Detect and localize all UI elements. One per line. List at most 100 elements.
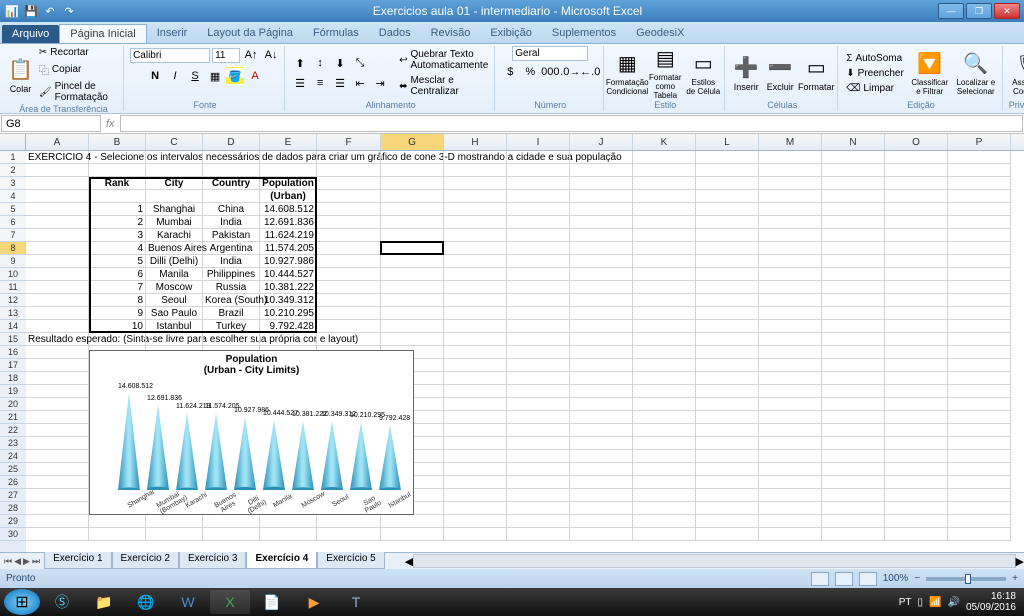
cell[interactable] [507,437,570,450]
cell[interactable] [759,411,822,424]
cell[interactable] [759,216,822,229]
cell[interactable] [444,281,507,294]
cell[interactable] [507,294,570,307]
cell[interactable] [26,437,89,450]
row-header[interactable]: 10 [0,268,26,281]
cell[interactable] [948,242,1011,255]
cell[interactable] [885,359,948,372]
cell[interactable] [885,398,948,411]
cell[interactable] [260,528,317,541]
cell[interactable] [317,151,381,164]
row-header[interactable]: 25 [0,463,26,476]
underline-button[interactable]: S [186,67,204,85]
cell[interactable] [381,281,444,294]
cell[interactable] [26,307,89,320]
cell[interactable] [948,203,1011,216]
name-box[interactable]: G8 [1,115,101,132]
cell[interactable] [444,177,507,190]
cell[interactable] [260,164,317,177]
cell[interactable] [948,489,1011,502]
cell[interactable] [696,476,759,489]
cell[interactable] [759,398,822,411]
column-header[interactable]: B [89,134,146,150]
cell[interactable] [444,242,507,255]
sheet-nav-next[interactable]: ▶ [23,556,30,567]
cell[interactable] [948,372,1011,385]
row-header[interactable]: 23 [0,437,26,450]
cell[interactable] [444,229,507,242]
cell[interactable] [507,385,570,398]
row-header[interactable]: 22 [0,424,26,437]
cell[interactable] [26,242,89,255]
cell[interactable] [570,424,633,437]
cell[interactable] [381,307,444,320]
cell[interactable]: Manila [146,268,203,281]
cell[interactable] [444,333,507,346]
cell[interactable] [570,281,633,294]
cell[interactable] [444,385,507,398]
cell[interactable] [759,203,822,216]
cell[interactable] [696,190,759,203]
sheet-nav-prev[interactable]: ◀ [14,556,21,567]
cell[interactable] [885,268,948,281]
cell[interactable]: 7 [89,281,146,294]
cell[interactable] [381,164,444,177]
cell[interactable] [507,528,570,541]
cell[interactable] [570,476,633,489]
cell[interactable] [89,164,146,177]
cell[interactable] [570,203,633,216]
taskbar-excel-icon[interactable]: X [210,590,250,614]
cell[interactable]: Pakistan [203,229,260,242]
cell[interactable] [696,294,759,307]
row-header[interactable]: 2 [0,164,26,177]
cell[interactable] [317,190,381,203]
cell[interactable] [885,515,948,528]
cell[interactable]: Dilli (Delhi) [146,255,203,268]
cell[interactable]: India [203,216,260,229]
cell[interactable] [948,528,1011,541]
cell[interactable] [948,424,1011,437]
cell[interactable] [633,528,696,541]
cell[interactable] [885,164,948,177]
zoom-out-button[interactable]: − [914,573,920,584]
cell[interactable] [444,476,507,489]
fx-icon[interactable]: fx [106,118,115,130]
cell[interactable] [885,385,948,398]
cell[interactable] [633,281,696,294]
cell[interactable] [317,216,381,229]
cell[interactable] [570,151,633,164]
row-header[interactable]: 18 [0,372,26,385]
cell[interactable] [444,307,507,320]
start-button[interactable]: ⊞ [4,589,40,615]
cell[interactable] [507,333,570,346]
cell[interactable] [633,242,696,255]
cell[interactable] [948,463,1011,476]
cell[interactable] [317,242,381,255]
cell[interactable] [444,203,507,216]
row-header[interactable]: 8 [0,242,26,255]
column-header[interactable]: I [507,134,570,150]
cell[interactable] [633,164,696,177]
column-header[interactable]: N [822,134,885,150]
cell[interactable] [633,476,696,489]
cell[interactable] [507,307,570,320]
cell[interactable] [203,333,260,346]
cell[interactable] [759,177,822,190]
cell[interactable] [696,177,759,190]
cell[interactable] [381,229,444,242]
cell[interactable] [696,333,759,346]
cell[interactable] [948,476,1011,489]
cell[interactable] [444,294,507,307]
row-header[interactable]: 20 [0,398,26,411]
cell[interactable] [633,372,696,385]
cell[interactable] [822,177,885,190]
cell[interactable]: 10.927.986 [260,255,317,268]
cell[interactable] [507,229,570,242]
align-left-icon[interactable]: ☰ [291,74,309,92]
increase-decimal-icon[interactable]: .0→ [561,63,579,81]
cell[interactable] [759,190,822,203]
tray-flag-icon[interactable]: ▯ [918,597,924,608]
cell[interactable] [633,437,696,450]
cell[interactable] [822,190,885,203]
column-header[interactable]: H [444,134,507,150]
